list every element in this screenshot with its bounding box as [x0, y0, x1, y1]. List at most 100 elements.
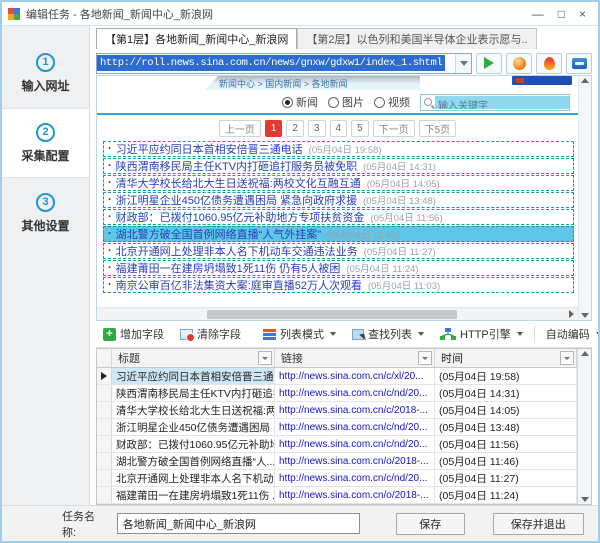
- cell-link[interactable]: http://news.sina.com.cn/o/2018-...: [275, 453, 435, 469]
- vertical-scrollbar[interactable]: [578, 76, 591, 320]
- cell-title[interactable]: 陕西渭南移民局主任KTV内打砸追打...: [112, 385, 275, 401]
- cell-link[interactable]: http://news.sina.com.cn/c/nd/20...: [275, 385, 435, 401]
- news-title-link[interactable]: 习近平应约同日本首相安倍晋三通电话: [116, 142, 303, 156]
- cell-link[interactable]: http://news.sina.com.cn/c/nd/20...: [275, 436, 435, 452]
- cell-link[interactable]: http://news.sina.com.cn/o/2018-...: [275, 487, 435, 503]
- cell-link[interactable]: http://news.sina.com.cn/c/nd/20...: [275, 419, 435, 435]
- cell-title[interactable]: 财政部：已拨付1060.95亿元补助地...: [112, 436, 275, 452]
- news-title-link[interactable]: 北京开通网上处理非本人名下机动车交通违法业务: [116, 244, 358, 258]
- scroll-up-icon[interactable]: [581, 78, 589, 83]
- cell-time[interactable]: (05月04日 14:31): [435, 385, 577, 401]
- page-button-2[interactable]: 2: [286, 119, 304, 137]
- cell-time[interactable]: (05月04日 11:56): [435, 436, 577, 452]
- news-item[interactable]: · 福建莆田一在建房坍塌致1死11伤 仍有5人被困 (05月04日 11:24): [103, 260, 574, 276]
- maximize-button[interactable]: □: [558, 7, 565, 21]
- save-and-exit-button[interactable]: 保存并退出: [492, 512, 584, 535]
- row-selector[interactable]: [97, 436, 112, 452]
- minimize-button[interactable]: —: [532, 7, 544, 21]
- news-item[interactable]: · 清华大学校长给北大生日送祝福:两校文化互融互通 (05月04日 14:05): [103, 175, 574, 191]
- cell-title[interactable]: 湖北警方破全国首例网络直播“人...: [112, 453, 275, 469]
- scrollbar-thumb[interactable]: [207, 309, 457, 319]
- cell-link[interactable]: http://news.sina.com.cn/c/2018-...: [275, 402, 435, 418]
- radio-视频[interactable]: 视频: [374, 94, 410, 110]
- page-button-1[interactable]: 1: [264, 119, 283, 137]
- cell-time[interactable]: (05月04日 11:27): [435, 470, 577, 486]
- table-row[interactable]: 北京开通网上处理非本人名下机动... http://news.sina.com.c…: [97, 470, 577, 487]
- row-selector[interactable]: [97, 487, 112, 503]
- scroll-down-icon[interactable]: [581, 313, 589, 318]
- news-title-link[interactable]: 财政部：已拨付1060.95亿元补助地方专项扶贫资金: [116, 210, 365, 224]
- radio-新闻[interactable]: 新闻: [282, 94, 318, 110]
- news-title-link[interactable]: 湖北警方破全国首例网络直播“人气外挂案”: [116, 227, 321, 241]
- table-row[interactable]: 浙江明星企业450亿债务遭遇困局 ... http://news.sina.com…: [97, 419, 577, 436]
- cell-time[interactable]: (05月04日 11:46): [435, 453, 577, 469]
- task-name-input[interactable]: 各地新闻_新闻中心_新浪网: [116, 513, 360, 534]
- news-title-link[interactable]: 陕西渭南移民局主任KTV内打砸追打服务员被免职: [116, 159, 357, 173]
- table-row[interactable]: 湖北警方破全国首例网络直播“人... http://news.sina.com.c…: [97, 453, 577, 470]
- find-list-button[interactable]: 查找列表: [347, 323, 429, 345]
- table-row[interactable]: 福建莆田一在建房坍塌致1死11伤 ... http://news.sina.com…: [97, 487, 577, 504]
- http-engine-button[interactable]: HTTP引擎: [435, 323, 528, 345]
- prev-page-button[interactable]: 上一页: [218, 119, 261, 137]
- page-button-4[interactable]: 4: [329, 119, 348, 137]
- cell-title[interactable]: 福建莆田一在建房坍塌致1死11伤 ...: [112, 487, 275, 503]
- cell-link[interactable]: http://news.sina.com.cn/c/xl/20...: [275, 368, 435, 384]
- url-dropdown-button[interactable]: [455, 53, 471, 73]
- cell-link[interactable]: http://news.sina.com.cn/c/nd/20...: [275, 470, 435, 486]
- auto-encoding-button[interactable]: 自动编码: [541, 323, 598, 345]
- cell-title[interactable]: 浙江明星企业450亿债务遭遇困局 ...: [112, 419, 275, 435]
- row-selector[interactable]: [97, 470, 112, 486]
- layer-tab-1[interactable]: 【第1层】各地新闻_新闻中心_新浪网: [96, 28, 298, 49]
- cell-time[interactable]: (05月04日 19:58): [435, 368, 577, 384]
- news-title-link[interactable]: 清华大学校长给北大生日送祝福:两校文化互融互通: [116, 176, 361, 190]
- news-item[interactable]: · 浙江明星企业450亿债务遭遇困局 紧急向政府求援 (05月04日 13:48): [103, 192, 574, 208]
- clear-field-button[interactable]: 清除字段: [175, 323, 246, 345]
- save-button[interactable]: 保存: [395, 512, 465, 535]
- news-item[interactable]: · 财政部：已拨付1060.95亿元补助地方专项扶贫资金 (05月04日 11:56…: [103, 209, 574, 225]
- sidebar-step-2[interactable]: 2 采集配置: [2, 108, 89, 178]
- table-row[interactable]: 财政部：已拨付1060.95亿元补助地... http://news.sina.c…: [97, 436, 577, 453]
- table-row[interactable]: 陕西渭南移民局主任KTV内打砸追打... http://news.sina.com…: [97, 385, 577, 402]
- news-item[interactable]: · 陕西渭南移民局主任KTV内打砸追打服务员被免职 (05月04日 14:31): [103, 158, 574, 174]
- news-item[interactable]: · 湖北警方破全国首例网络直播“人气外挂案” (05月04日 11:46): [103, 226, 574, 242]
- news-item[interactable]: · 南京公审百亿非法集资大案:庭审直播52万人次观看 (05月04日 11:03): [103, 277, 574, 293]
- scroll-right-icon[interactable]: [568, 310, 574, 318]
- news-title-link[interactable]: 福建莆田一在建房坍塌致1死11伤 仍有5人被困: [116, 261, 341, 275]
- news-title-link[interactable]: 浙江明星企业450亿债务遭遇困局 紧急向政府求援: [116, 193, 357, 207]
- sidebar-step-3[interactable]: 3 其他设置: [2, 178, 89, 248]
- column-filter-button[interactable]: [418, 351, 432, 365]
- layer-tab-2[interactable]: 【第2层】以色列和美国半导体企业表示愿与..: [297, 28, 537, 49]
- browser-ball-button[interactable]: [506, 52, 532, 74]
- table-row[interactable]: 习近平应约同日本首相安倍晋三通电话http://news.sina.com.cn…: [97, 368, 577, 385]
- news-item[interactable]: · 习近平应约同日本首相安倍晋三通电话 (05月04日 19:58): [103, 141, 574, 157]
- news-item[interactable]: · 北京开通网上处理非本人名下机动车交通违法业务 (05月04日 11:27): [103, 243, 574, 259]
- jump-pages-button[interactable]: 下5页: [418, 119, 457, 137]
- keyword-search-input[interactable]: 输入关键字: [420, 93, 570, 111]
- list-mode-button[interactable]: 列表模式: [258, 323, 341, 345]
- grid-vertical-scrollbar[interactable]: [577, 349, 591, 504]
- scroll-up-icon[interactable]: [580, 351, 589, 356]
- cell-title[interactable]: 习近平应约同日本首相安倍晋三通电话: [112, 368, 275, 384]
- row-selector[interactable]: [97, 419, 112, 435]
- next-page-button[interactable]: 下一页: [372, 119, 415, 137]
- cell-title[interactable]: 北京开通网上处理非本人名下机动...: [112, 470, 275, 486]
- url-combobox[interactable]: http://roll.news.sina.com.cn/news/gnxw/g…: [96, 52, 472, 74]
- close-button[interactable]: ×: [579, 7, 586, 21]
- news-title-link[interactable]: 南京公审百亿非法集资大案:庭审直播52万人次观看: [116, 278, 362, 292]
- table-row[interactable]: 清华大学校长给北大生日送祝福:两... http://news.sina.com.…: [97, 402, 577, 419]
- page-button-5[interactable]: 5: [351, 119, 369, 137]
- horizontal-scrollbar[interactable]: [97, 307, 578, 320]
- page-button-3[interactable]: 3: [307, 119, 326, 137]
- radio-图片[interactable]: 图片: [328, 94, 364, 110]
- sidebar-step-1[interactable]: 1 输入网址: [2, 38, 89, 108]
- row-selector[interactable]: [97, 402, 112, 418]
- column-filter-button[interactable]: [560, 351, 574, 365]
- row-selector[interactable]: [97, 453, 112, 469]
- cell-time[interactable]: (05月04日 14:05): [435, 402, 577, 418]
- cell-time[interactable]: (05月04日 11:24): [435, 487, 577, 503]
- row-selector[interactable]: [97, 368, 112, 384]
- cell-title[interactable]: 清华大学校长给北大生日送祝福:两...: [112, 402, 275, 418]
- row-selector[interactable]: [97, 385, 112, 401]
- add-field-button[interactable]: + 增加字段: [98, 323, 169, 345]
- column-filter-button[interactable]: [258, 351, 272, 365]
